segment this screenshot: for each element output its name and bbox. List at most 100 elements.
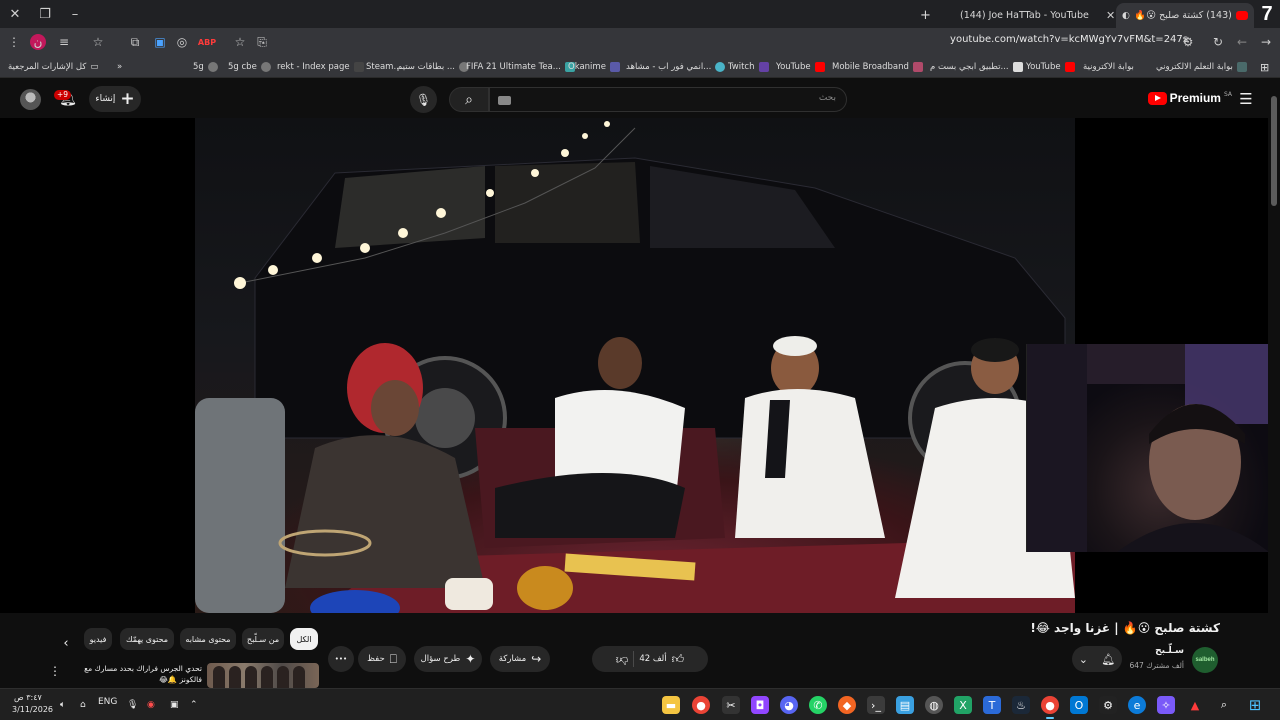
channel-avatar[interactable]: salbeh (1192, 647, 1218, 673)
account-avatar[interactable] (20, 89, 41, 110)
twitch-icon[interactable]: ◘ (751, 696, 769, 714)
youtube-premium-logo[interactable]: Premium SA (1147, 91, 1232, 105)
edge-icon[interactable]: e (1128, 696, 1146, 714)
settings-icon[interactable]: ⚙ (1099, 696, 1117, 714)
all-bookmarks-folder[interactable]: كل الإشارات المرجعية ▭ (8, 59, 98, 75)
bookmark-youtube[interactable]: YouTube (776, 59, 825, 75)
save-button[interactable]: حفظ ⎕ (358, 646, 406, 672)
chip-videos[interactable]: فيديو (84, 628, 112, 650)
terminal-icon[interactable]: ›_ (867, 696, 885, 714)
bookmark-rekt[interactable]: rekt - Index page (277, 59, 364, 75)
extension-translate-icon[interactable]: ▣ (150, 32, 170, 52)
minimize-window-icon[interactable]: – (64, 4, 86, 24)
bookmark-mobile-broadband[interactable]: Mobile Broadband (832, 59, 923, 75)
browser-menu-icon[interactable]: ⋮ (4, 32, 24, 52)
chip-from-channel[interactable]: من سـلّبح (242, 628, 284, 650)
teams-icon[interactable]: T (983, 696, 1001, 714)
clock-time[interactable]: ٣:٤٧ ص (14, 693, 42, 702)
voice-search-mic-icon[interactable]: 🎙︎ (410, 86, 437, 113)
copilot-icon[interactable]: ✧ (1157, 696, 1175, 714)
bookmark-5g-cbe[interactable]: 5g cbe (228, 59, 271, 75)
apps-grid-icon[interactable]: ⊞ (1260, 59, 1269, 75)
recommendation-thumbnail[interactable] (207, 663, 319, 688)
bookmark-5g[interactable]: 5g (193, 59, 218, 75)
dislike-button[interactable]: 👍︎ (616, 652, 629, 667)
search-button[interactable]: ⌕ (449, 87, 489, 112)
recommendation-title[interactable]: تحدي الجرس فراراك بحدد مسارك مع فالكونز … (62, 663, 202, 685)
scrollbar-thumb[interactable] (1271, 96, 1277, 206)
more-actions-button[interactable]: ••• (328, 646, 354, 672)
bookmark-eportal[interactable]: بوابة الاكترونية (1083, 59, 1134, 75)
tray-app-2-icon[interactable]: ▣ (170, 697, 179, 713)
bookmark-okanime[interactable]: Okanime (568, 59, 620, 75)
excel-icon[interactable]: X (954, 696, 972, 714)
ask-button[interactable]: طرح سؤال ✦ (414, 646, 482, 672)
chevron-left-icon[interactable]: ‹ (58, 634, 74, 652)
forward-icon[interactable]: ← (1232, 32, 1252, 52)
bookmark-anime4up[interactable]: انمي فور اب - مشاهد... (626, 59, 726, 75)
tray-app-icon[interactable]: ◉ (147, 697, 155, 713)
microphone-icon[interactable]: 🎙︎ (127, 697, 138, 713)
favorites-icon[interactable]: ☆ (88, 32, 108, 52)
bookmark-elearning[interactable]: بوابة التعلم الالكتروني (1156, 59, 1247, 75)
mute-tab-icon[interactable]: ◐ (1122, 11, 1130, 21)
chrome-active-icon[interactable]: ● (1041, 696, 1059, 719)
network-icon[interactable]: ⌂ (80, 697, 86, 713)
new-tab-button[interactable]: + (920, 3, 934, 28)
start-menu-icon[interactable]: ⊞ (1246, 696, 1264, 714)
reading-list-icon[interactable]: ≡ (54, 32, 74, 52)
app-install-icon[interactable]: ⎘ (252, 32, 272, 52)
steam-icon[interactable]: ♨ (1012, 696, 1030, 714)
tray-app-3-icon[interactable]: ▤ (896, 696, 914, 714)
extension-eye-icon[interactable]: ◎ (172, 32, 192, 52)
search-input[interactable]: بحث (489, 87, 847, 112)
file-explorer-icon[interactable]: ▬ (662, 696, 680, 714)
video-player[interactable] (0, 118, 1268, 613)
hamburger-menu-icon[interactable]: ☰ (1236, 90, 1256, 108)
bookmark-youtube-2[interactable]: YouTube (1026, 59, 1075, 75)
capcut-icon[interactable]: ✂ (722, 696, 740, 714)
site-settings-icon[interactable]: ⚙ (1178, 32, 1198, 52)
subscribed-notification-button[interactable]: ⌄ 🔔︎ (1072, 646, 1122, 672)
create-button[interactable]: إنشاء + (89, 86, 141, 112)
bookmark-twitch[interactable]: Twitch (728, 59, 769, 75)
folder-icon: ▭ (90, 62, 99, 72)
restore-window-icon[interactable]: ❐ (34, 4, 56, 24)
chip-for-you[interactable]: محتوى يهمّك (120, 628, 174, 650)
tab-current-video[interactable]: ◐ (143) كشتة صلبح 😮🔥 | غز... (1116, 3, 1254, 28)
bookmark-fifa[interactable]: FIFA 21 Ultimate Tea... (466, 59, 575, 75)
taskbar-search-icon[interactable]: ⌕ (1215, 696, 1233, 714)
channel-name[interactable]: سـلّـبح (1155, 646, 1184, 656)
adblock-icon[interactable]: ABP (197, 32, 217, 52)
bookmark-pubg[interactable]: تطبيق ابجي بست م... (930, 59, 1023, 75)
chip-all[interactable]: الكل (290, 628, 318, 650)
back-icon[interactable]: → (1256, 32, 1276, 52)
language-indicator[interactable]: ENG (98, 697, 117, 713)
bookmarks-overflow-icon[interactable]: » (117, 59, 122, 75)
close-window-icon[interactable]: ✕ (4, 4, 26, 24)
clock-date[interactable]: 3/11/2026 (12, 705, 53, 714)
outlook-icon[interactable]: O (1070, 696, 1088, 714)
chip-related[interactable]: محتوى مشابه (180, 628, 236, 650)
share-button[interactable]: مشاركة ↪ (490, 646, 550, 672)
like-button[interactable]: 👍︎ (672, 652, 685, 667)
recommendation-menu-icon[interactable]: ⋮ (49, 663, 61, 679)
profile-avatar[interactable]: ن (30, 34, 46, 50)
volume-icon[interactable]: 🔈︎ (60, 697, 65, 713)
keyboard-icon[interactable] (498, 96, 511, 105)
extensions-icon[interactable]: ⧉ (125, 32, 145, 52)
reload-icon[interactable]: ↻ (1208, 32, 1228, 52)
page-scrollbar[interactable] (1268, 80, 1280, 684)
bookmark-star-icon[interactable]: ☆ (230, 32, 250, 52)
video-frame[interactable] (195, 118, 1075, 613)
tab-joe-hattab[interactable]: (144) Joe HaTTab - YouTube (942, 3, 1100, 28)
discord-icon[interactable]: ◕ (780, 696, 798, 714)
chevron-up-icon[interactable]: ⌃ (190, 697, 198, 713)
obs-icon[interactable]: ◍ (925, 696, 943, 714)
whatsapp-icon[interactable]: ✆ (809, 696, 827, 714)
acrobat-icon[interactable]: ▲ (1186, 696, 1204, 714)
address-bar-url[interactable]: youtube.com/watch?v=kcMWgYv7vFM&t=247s (950, 34, 1188, 45)
bookmark-steam-cards[interactable]: بطاقات ستيم ... (397, 59, 470, 75)
chrome-icon[interactable]: ● (692, 696, 710, 714)
brave-icon[interactable]: ◆ (838, 696, 856, 714)
